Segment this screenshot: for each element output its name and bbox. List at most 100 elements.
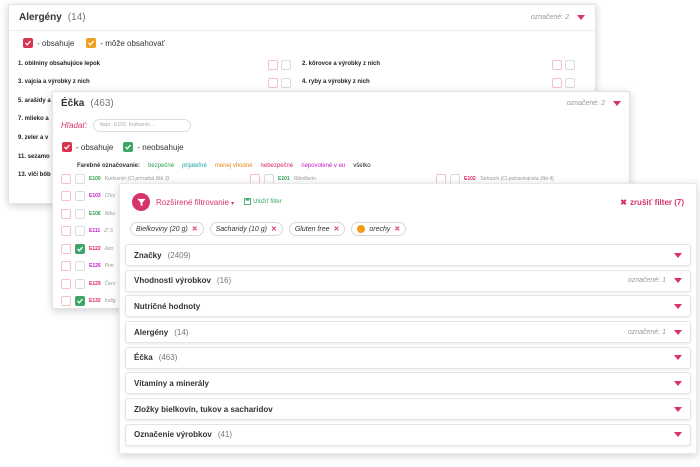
alergeny-marked: označené: 2 xyxy=(530,14,569,21)
checkbox[interactable] xyxy=(281,60,291,70)
color-filter-banned-eu[interactable]: nepovolené v eu xyxy=(301,163,345,169)
checkbox[interactable] xyxy=(268,60,278,70)
ecka-list-item[interactable]: E126 Pon xyxy=(61,261,114,271)
list-item[interactable]: 3. vajcia a výrobky z nich xyxy=(18,79,90,85)
ecka-code: E102 xyxy=(464,176,476,182)
ecka-search-row: Hľadať: Napr.: E100, Kurkumín... xyxy=(53,114,629,136)
advanced-filter-panel: Rozšírené filtrovanie ▾ Uložiť filter ✖ … xyxy=(119,183,697,454)
list-item[interactable]: 2. kôrovce a výrobky z nich xyxy=(302,61,380,67)
checkbox[interactable] xyxy=(61,244,71,254)
checkbox[interactable] xyxy=(61,209,71,219)
ecka-header[interactable]: Éčka (463) označené: 2 xyxy=(53,92,629,114)
checkbox[interactable] xyxy=(61,191,71,201)
ecka-name: Červ xyxy=(104,281,116,287)
section-brands[interactable]: Značky (2409) xyxy=(125,244,691,266)
color-filter-all[interactable]: všetko xyxy=(353,163,370,169)
alergeny-count: (14) xyxy=(67,12,86,23)
color-filter-safe[interactable]: bezpečné xyxy=(148,163,174,169)
checkbox[interactable] xyxy=(61,279,71,289)
checkbox[interactable] xyxy=(268,78,278,88)
cancel-filter-button[interactable]: ✖ zrušiť filter (7) xyxy=(620,198,684,207)
checkbox[interactable] xyxy=(75,244,85,254)
ecka-name: Chry xyxy=(104,193,116,199)
active-filter-chips: Bielkoviny (20 g) ✕ Sacharidy (10 g) ✕ Glu… xyxy=(120,220,696,238)
checkbox[interactable] xyxy=(552,60,562,70)
section-vitamins[interactable]: Vitamíny a minerály xyxy=(125,372,691,395)
collapse-caret-icon[interactable] xyxy=(577,15,585,20)
collapse-caret-icon[interactable] xyxy=(613,100,621,106)
filter-header: Rozšírené filtrovanie ▾ Uložiť filter ✖ … xyxy=(120,184,696,220)
list-item[interactable]: 7. mlieko a xyxy=(18,116,49,122)
remove-chip-icon[interactable]: ✕ xyxy=(271,225,277,233)
ecka-code: E122 xyxy=(89,246,101,252)
ecka-list-item[interactable]: E132 Indig xyxy=(61,296,116,306)
ecka-name: Kurkumín (CI prírodná žltá 3) xyxy=(104,176,170,182)
section-nutrition[interactable]: Nutričné hodnoty xyxy=(125,295,691,318)
filter-chip[interactable]: Bielkoviny (20 g) ✕ xyxy=(130,222,204,236)
ecka-list-item[interactable]: E103 Chry xyxy=(61,191,115,201)
checkbox[interactable] xyxy=(565,60,575,70)
ecka-name: Indig xyxy=(104,298,116,304)
list-item[interactable]: 1. obilniny obsahujúce lepok xyxy=(18,61,100,67)
ecka-list-item[interactable]: E111 Zl S xyxy=(61,226,113,236)
list-item-checkboxes[interactable] xyxy=(552,60,575,70)
filter-chip[interactable]: Gluten free ✕ xyxy=(288,222,346,236)
list-item[interactable]: 9. zeler a v xyxy=(18,135,48,141)
checkbox[interactable] xyxy=(552,78,562,88)
checkbox[interactable] xyxy=(61,174,71,184)
filter-title-dropdown[interactable]: Rozšírené filtrovanie ▾ xyxy=(156,198,234,207)
color-filter-acceptable[interactable]: prijateľné xyxy=(182,163,207,169)
remove-chip-icon[interactable]: ✕ xyxy=(192,225,198,233)
checkbox[interactable] xyxy=(75,174,85,184)
filter-chip[interactable]: orechy ✕ xyxy=(351,222,407,236)
checkbox[interactable] xyxy=(61,296,71,306)
checkbox[interactable] xyxy=(75,261,85,271)
close-icon: ✖ xyxy=(620,197,627,207)
expand-caret-icon xyxy=(674,329,682,335)
ecka-code: E126 xyxy=(89,263,101,269)
check-orange-icon xyxy=(86,38,97,48)
checkbox[interactable] xyxy=(75,209,85,219)
color-filter-less-suitable[interactable]: menej vhodné xyxy=(215,163,253,169)
ecka-code: E103 xyxy=(89,193,101,199)
legend-contains: - obsahuje xyxy=(37,38,75,48)
expand-caret-icon xyxy=(674,406,682,412)
remove-chip-icon[interactable]: ✕ xyxy=(334,225,340,233)
section-product-suitability[interactable]: Vhodnosti výrobkov (16) označené: 1 xyxy=(125,269,691,292)
checkbox[interactable] xyxy=(75,191,85,201)
list-item[interactable]: 4. ryby a výrobky z nich xyxy=(302,79,370,85)
alergeny-header[interactable]: Alergény (14) označené: 2 xyxy=(9,5,595,31)
list-item-checkboxes[interactable] xyxy=(268,60,291,70)
list-item[interactable]: 13. vlčí bôb xyxy=(18,172,51,178)
checkbox[interactable] xyxy=(75,296,85,306)
checkbox[interactable] xyxy=(75,279,85,289)
legend-may-contain: - môže obsahovať xyxy=(100,38,165,48)
color-filter-dangerous[interactable]: nebezpečné xyxy=(261,163,294,169)
color-filter-row: Farebné označovanie: bezpečné prijateľné… xyxy=(53,158,629,174)
checkbox[interactable] xyxy=(75,226,85,236)
list-item[interactable]: 11. sezamo xyxy=(18,154,50,160)
check-red-icon xyxy=(62,142,72,152)
checkbox[interactable] xyxy=(61,226,71,236)
search-input[interactable]: Napr.: E100, Kurkumín... xyxy=(93,118,192,132)
list-item-checkboxes[interactable] xyxy=(268,78,291,88)
remove-chip-icon[interactable]: ✕ xyxy=(394,225,400,233)
check-red-icon xyxy=(23,38,33,48)
section-allergens[interactable]: Alergény (14) označené: 1 xyxy=(125,321,691,344)
checkbox[interactable] xyxy=(281,78,291,88)
ecka-name: Pon xyxy=(104,263,114,269)
ecka-list-item[interactable]: E106 Ribo xyxy=(61,209,115,219)
ecka-list-item[interactable]: E129 Červ xyxy=(61,279,115,289)
filter-chip[interactable]: Sacharidy (10 g) ✕ xyxy=(209,222,283,236)
checkbox[interactable] xyxy=(565,78,575,88)
checkbox[interactable] xyxy=(61,261,71,271)
ecka-name: Ribo xyxy=(104,211,115,217)
ecka-list-item[interactable]: E122 Azo xyxy=(61,244,113,254)
section-product-labels[interactable]: Označenie výrobkov (41) xyxy=(125,423,691,446)
list-item[interactable]: 5. arašidy a xyxy=(18,98,51,104)
section-macros[interactable]: Zložky bielkovín, tukov a sacharidov xyxy=(125,398,691,421)
list-item-checkboxes[interactable] xyxy=(552,78,575,88)
save-filter-button[interactable]: Uložiť filter xyxy=(244,197,282,207)
section-ecka[interactable]: Éčka (463) xyxy=(125,346,691,369)
ecka-legend: - obsahuje - neobsahuje xyxy=(53,136,629,158)
